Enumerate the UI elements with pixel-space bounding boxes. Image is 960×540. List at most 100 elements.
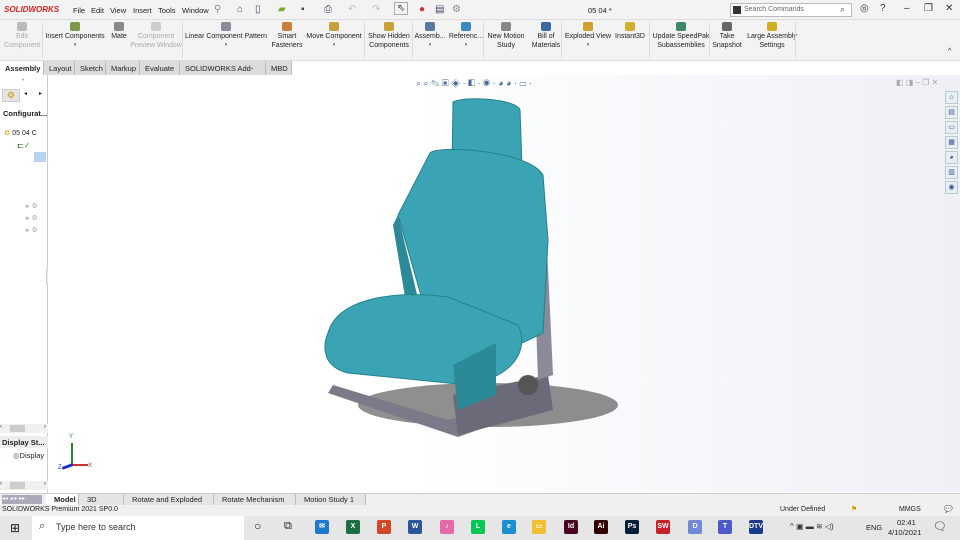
user-icon[interactable]: ◎ — [860, 3, 869, 14]
dropdown-arrow-icon[interactable]: ▾ — [184, 41, 268, 50]
ribbon-large-assembly-settings-button[interactable]: Large Assembly Settings — [745, 20, 799, 60]
powerpoint-taskbar-icon[interactable]: P — [377, 520, 391, 534]
home-task-pane-icon[interactable]: ⌂ — [945, 91, 958, 104]
solidworks-taskbar-icon[interactable]: SW — [656, 520, 670, 534]
indesign-taskbar-icon[interactable]: Id — [564, 520, 578, 534]
tab-scroll-right[interactable]: ▸ — [39, 90, 42, 97]
appearances-icon[interactable]: ◕ — [945, 151, 958, 164]
edge-taskbar-icon[interactable]: e — [502, 520, 516, 534]
menu-tools[interactable]: Tools — [158, 6, 176, 15]
notifications-icon[interactable]: 🗨 — [933, 520, 947, 533]
redo-icon[interactable]: ↷ — [372, 4, 380, 15]
line-taskbar-icon[interactable]: L — [471, 520, 485, 534]
windows-start-icon[interactable]: ⊞ — [10, 521, 20, 535]
tree-root[interactable]: ⚙ 05 04 C — [4, 129, 48, 137]
ribbon-bill-of-materials-button[interactable]: Bill of Materials — [529, 20, 563, 60]
discord-taskbar-icon[interactable]: D — [688, 520, 702, 534]
ribbon-referenc--button[interactable]: Referenc... ▾ — [448, 20, 484, 60]
ribbon-edit-component-button[interactable]: Edit Component — [4, 20, 40, 60]
help-icon[interactable]: ? — [880, 3, 886, 14]
pin-icon[interactable]: ⚲ — [214, 4, 221, 15]
language-indicator[interactable]: ENG — [866, 523, 882, 532]
tree-sub-items[interactable]: ▸ ⚙ ▸ ⚙ ▸ ⚙ — [26, 201, 38, 237]
taskbar-search-input[interactable]: ⌕ Type here to search — [32, 516, 244, 540]
new-document-icon[interactable]: ▯ — [255, 4, 261, 15]
dropdown-arrow-icon[interactable]: ▾ — [304, 41, 364, 50]
clock-date[interactable]: 4/10/2021 — [888, 528, 921, 537]
excel-taskbar-icon[interactable]: X — [346, 520, 360, 534]
search-commands-input[interactable]: Search Commands ⌕ — [730, 3, 852, 17]
illustrator-taskbar-icon[interactable]: Ai — [594, 520, 608, 534]
tab-evaluate[interactable]: Evaluate — [140, 61, 180, 75]
print-icon[interactable]: ⎙ — [324, 4, 332, 15]
menu-window[interactable]: Window — [182, 6, 209, 15]
ribbon-update-speedpak-subassemblies-button[interactable]: Update SpeedPak Subassemblies — [651, 20, 711, 60]
ribbon-move-component-button[interactable]: Move Component ▾ — [304, 20, 364, 60]
file-explorer-icon[interactable]: ▭ — [945, 121, 958, 134]
menu-edit[interactable]: Edit — [91, 6, 104, 15]
tab-markup[interactable]: Markup — [106, 61, 140, 75]
panel-grip[interactable]: • — [22, 78, 24, 84]
teams-taskbar-icon[interactable]: T — [718, 520, 732, 534]
selected-display-state[interactable] — [34, 152, 46, 162]
rebuild-icon[interactable]: ● — [419, 4, 425, 15]
tab-navigation-arrows[interactable]: ◂◂ ◂ ▸ ▸▸ — [2, 495, 42, 504]
solidworks-forum-icon[interactable]: ◉ — [945, 181, 958, 194]
save-icon[interactable]: ▪ — [301, 4, 305, 15]
menu-insert[interactable]: Insert — [133, 6, 152, 15]
tab-sketch[interactable]: Sketch — [75, 61, 106, 75]
minimize-button[interactable]: – — [904, 3, 910, 14]
ribbon-take-snapshot-button[interactable]: Take Snapshot — [711, 20, 743, 60]
tab-assembly[interactable]: Assembly — [0, 61, 44, 75]
open-icon[interactable]: ▰ — [278, 4, 286, 15]
tab-scroll-left[interactable]: ◂ — [24, 90, 27, 97]
menu-view[interactable]: View — [110, 6, 126, 15]
collapse-ribbon-icon[interactable]: ^ — [948, 48, 951, 55]
restore-button[interactable]: ❐ — [924, 3, 933, 14]
options-icon[interactable]: ⚙ — [452, 4, 461, 15]
ribbon-linear-component-pattern-button[interactable]: Linear Component Pattern ▾ — [184, 20, 268, 60]
dtv-taskbar-icon[interactable]: DTV — [749, 520, 763, 534]
clock-time[interactable]: 02:41 — [897, 518, 916, 527]
close-button[interactable]: ✕ — [945, 3, 953, 14]
tooltip-toggle-icon[interactable]: 💬 — [944, 505, 953, 513]
ribbon-show-hidden-components-button[interactable]: Show Hidden Components — [366, 20, 412, 60]
dropdown-arrow-icon[interactable]: ▾ — [564, 41, 612, 50]
mail-taskbar-icon[interactable]: ✉ — [315, 520, 329, 534]
undo-icon[interactable]: ↶ — [348, 4, 356, 15]
display-state-item[interactable]: ◍Display — [13, 451, 48, 460]
task-view-icon[interactable]: ⧉ — [284, 520, 292, 533]
tab-layout[interactable]: Layout — [44, 61, 75, 75]
search-icon[interactable]: ⌕ — [840, 4, 845, 15]
ribbon-mate-button[interactable]: Mate — [108, 20, 130, 60]
ribbon-insert-components-button[interactable]: Insert Components ▾ — [44, 20, 106, 60]
itunes-taskbar-icon[interactable]: ♪ — [440, 520, 454, 534]
dropdown-arrow-icon[interactable]: ▾ — [414, 41, 446, 50]
photoshop-taskbar-icon[interactable]: Ps — [625, 520, 639, 534]
tab-solidworks-add-ins[interactable]: SOLIDWORKS Add-Ins — [180, 61, 266, 82]
view-palette-icon[interactable]: ▦ — [945, 136, 958, 149]
ribbon-new-motion-study-button[interactable]: New Motion Study — [485, 20, 527, 60]
menu-file[interactable]: File — [73, 6, 85, 15]
ribbon-exploded-view-button[interactable]: Exploded View ▾ — [564, 20, 612, 60]
explorer-taskbar-icon[interactable]: ▭ — [532, 520, 546, 534]
dropdown-arrow-icon[interactable]: ▾ — [44, 41, 106, 50]
seat-model[interactable] — [48, 75, 960, 492]
custom-properties-icon[interactable]: ▥ — [945, 166, 958, 179]
file-properties-icon[interactable]: ▤ — [435, 4, 444, 15]
graphics-area[interactable]: ⌕ ⌕ ✎ ▣ ◈ · ◧ · ◉ · ◕ ◕ · ▭ · ◧ ◨ – ❐ ✕ … — [48, 75, 960, 492]
ribbon-smart-fasteners-button[interactable]: Smart Fasteners — [270, 20, 304, 60]
ribbon-instant3d-button[interactable]: Instant3D — [613, 20, 647, 60]
horizontal-scrollbar-top[interactable]: ‹ › — [0, 424, 48, 433]
cortana-icon[interactable]: ○ — [254, 519, 261, 533]
tab-mbd[interactable]: MBD — [266, 61, 292, 75]
unit-system[interactable]: MMGS — [899, 506, 921, 513]
configuration-manager-tab[interactable]: ⚙ — [2, 89, 20, 102]
configuration-item[interactable]: ⊏✓ — [17, 141, 30, 150]
system-tray-icons[interactable]: ^ ▣ ▬ ≋ ◁) — [790, 522, 834, 531]
horizontal-scrollbar-bottom[interactable]: ‹ › — [0, 481, 48, 490]
select-icon[interactable]: ⇖ — [394, 2, 409, 15]
ribbon-component-preview-window-button[interactable]: Component Preview Window — [130, 20, 182, 60]
home-icon[interactable]: ⌂ — [237, 4, 243, 15]
ribbon-assemb--button[interactable]: Assemb... ▾ — [414, 20, 446, 60]
